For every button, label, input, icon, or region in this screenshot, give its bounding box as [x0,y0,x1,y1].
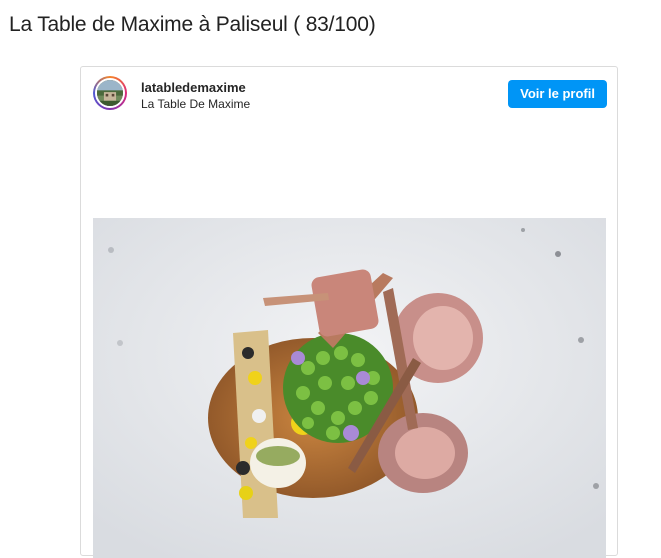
username-link[interactable]: latabledemaxime [141,80,250,96]
avatar-icon [95,78,125,108]
dish-photo [93,218,606,558]
page-title: La Table de Maxime à Paliseul ( 83/100) [9,13,376,36]
avatar[interactable] [93,76,127,110]
instagram-embed: latabledemaxime La Table De Maxime Voir … [80,66,618,558]
post-image[interactable] [93,218,606,558]
view-profile-button[interactable]: Voir le profil [508,80,607,108]
embed-header: latabledemaxime La Table De Maxime Voir … [81,67,617,123]
fullname-label: La Table De Maxime [141,97,251,111]
user-block: latabledemaxime La Table De Maxime [141,80,250,112]
